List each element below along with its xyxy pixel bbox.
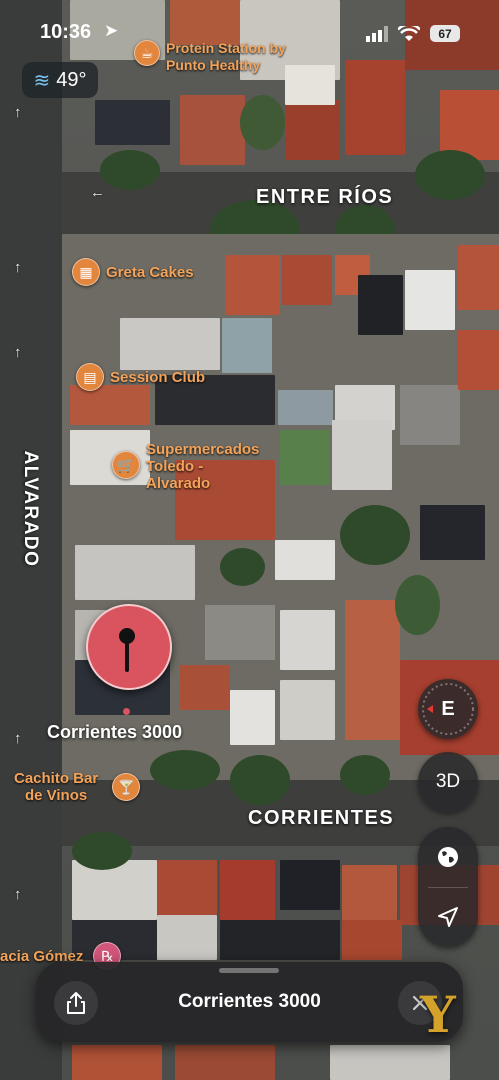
cart-icon: 🛒 bbox=[112, 451, 140, 479]
compass-button[interactable]: E bbox=[418, 679, 478, 739]
poi-label: Alvarado bbox=[146, 475, 211, 492]
globe-icon bbox=[438, 847, 458, 867]
map-style-button[interactable] bbox=[418, 827, 478, 887]
poi-label: Cachito Bar bbox=[14, 770, 99, 787]
one-way-arrow-icon: ← bbox=[90, 184, 105, 201]
dropped-pin[interactable] bbox=[86, 604, 172, 690]
poi-supermercados-toledo[interactable]: 🛒 Supermercados Toledo - Alvarado bbox=[112, 441, 259, 492]
3d-label: 3D bbox=[435, 771, 461, 792]
weather-temp: 49° bbox=[56, 68, 87, 91]
one-way-arrow-icon: ↑ bbox=[14, 104, 22, 121]
poi-label: Toledo - bbox=[146, 458, 204, 475]
location-arrow-icon: ➤ bbox=[104, 21, 119, 40]
poi-label: Greta Cakes bbox=[106, 263, 194, 281]
poi-label: Supermercados bbox=[146, 441, 260, 458]
poi-protein-station[interactable]: ☕ Protein Station by Punto Healthy bbox=[134, 40, 306, 74]
street-label-corrientes: CORRIENTES bbox=[248, 807, 395, 829]
pin-dot bbox=[123, 708, 130, 715]
watermark-logo: Y bbox=[420, 985, 456, 1044]
current-location-button[interactable] bbox=[418, 887, 478, 947]
wine-glass-icon: 🍸 bbox=[112, 773, 141, 801]
poi-label: Protein Station by Punto Healthy bbox=[166, 40, 286, 73]
pin-label: Corrientes 3000 bbox=[47, 722, 183, 742]
battery-indicator: 67 bbox=[430, 25, 460, 42]
3d-toggle-button[interactable]: 3D bbox=[418, 752, 478, 812]
wind-icon: ≋ bbox=[33, 69, 51, 92]
one-way-arrow-icon: ↑ bbox=[14, 730, 22, 747]
wifi-icon bbox=[398, 26, 420, 41]
location-arrow-icon bbox=[438, 907, 458, 927]
pin-icon bbox=[119, 628, 135, 672]
signal-icon bbox=[366, 26, 388, 42]
status-time: 10:36 bbox=[40, 21, 92, 43]
place-sheet[interactable]: Corrientes 3000 bbox=[36, 962, 463, 1042]
food-icon: ☕ bbox=[134, 40, 160, 66]
one-way-arrow-icon: ↑ bbox=[14, 344, 22, 361]
compass-heading: E bbox=[441, 697, 455, 720]
weather-chip[interactable]: ≋ 49° bbox=[22, 62, 98, 98]
poi-session-club[interactable]: ▤ Session Club bbox=[76, 363, 205, 391]
beer-icon: ▤ bbox=[76, 363, 104, 391]
battery-level: 67 bbox=[438, 26, 452, 41]
street-label-entre-rios: ENTRE RÍOS bbox=[256, 186, 394, 208]
one-way-arrow-icon: ↑ bbox=[14, 886, 22, 903]
sheet-grabber[interactable] bbox=[219, 968, 279, 973]
map-controls-panel bbox=[418, 827, 478, 947]
poi-cachito-bar[interactable]: Cachito Bar de Vinos 🍸 bbox=[14, 770, 141, 804]
poi-label: de Vinos bbox=[24, 787, 88, 804]
cake-icon: ▦ bbox=[72, 258, 100, 286]
street-label-alvarado: ALVARADO bbox=[20, 450, 41, 568]
one-way-arrow-icon: ↑ bbox=[14, 259, 22, 276]
poi-label: Session Club bbox=[110, 368, 206, 386]
poi-greta-cakes[interactable]: ▦ Greta Cakes bbox=[72, 258, 194, 286]
